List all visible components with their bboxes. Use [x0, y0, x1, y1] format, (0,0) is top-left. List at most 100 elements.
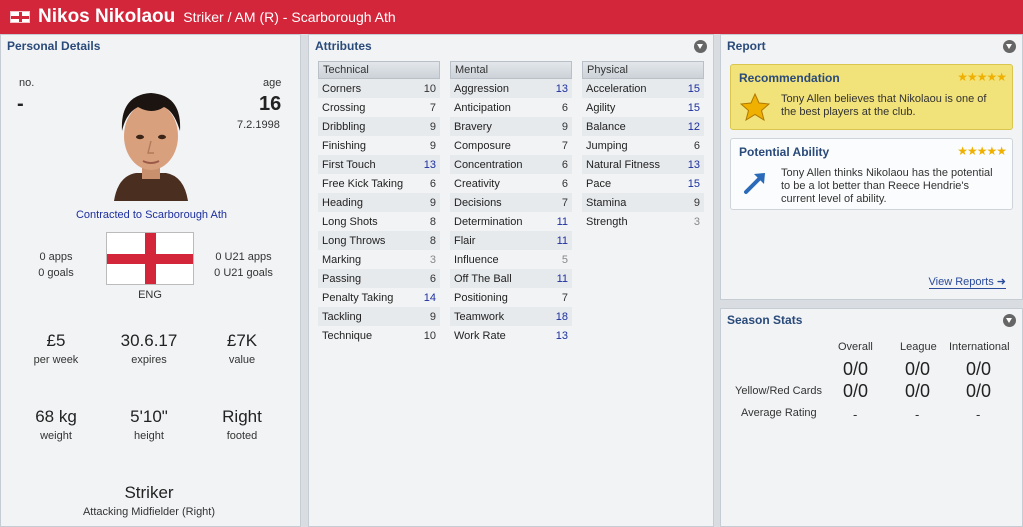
apps-count: 0 apps	[39, 251, 73, 263]
attribute-name: Flair	[454, 234, 476, 247]
rating-international: -	[976, 407, 981, 422]
attribute-value: 14	[423, 291, 436, 304]
attribute-row[interactable]: Acceleration 15	[582, 79, 704, 98]
technical-header[interactable]: Technical	[318, 61, 440, 79]
attribute-value: 9	[693, 196, 700, 209]
attribute-row[interactable]: Decisions 7	[450, 193, 572, 212]
attribute-value: 9	[429, 196, 436, 209]
cards-international: 0/0	[966, 381, 992, 401]
attribute-value: 9	[429, 310, 436, 323]
attribute-row[interactable]: Free Kick Taking 6	[318, 174, 440, 193]
attribute-value: 3	[429, 253, 436, 266]
attribute-value: 13	[423, 158, 436, 171]
attribute-name: Long Throws	[322, 234, 386, 247]
dropdown-icon[interactable]	[1003, 313, 1016, 327]
panel-title: Attributes	[315, 39, 372, 53]
attribute-name: Positioning	[454, 291, 508, 304]
recommendation-card: Recommendation ★★★★★ Tony Allen believes…	[730, 64, 1013, 130]
attribute-value: 6	[429, 272, 436, 285]
attribute-row[interactable]: Tackling 9	[318, 307, 440, 326]
attribute-name: Penalty Taking	[322, 291, 394, 304]
panel-header: Personal Details	[1, 35, 300, 57]
u21-goals-count: 0 U21 goals	[214, 267, 273, 279]
attribute-value: 12	[687, 120, 700, 133]
attribute-row[interactable]: Off The Ball 11	[450, 269, 572, 288]
attribute-value: 13	[687, 158, 700, 171]
attribute-row[interactable]: Natural Fitness 13	[582, 155, 704, 174]
attribute-row[interactable]: Influence 5	[450, 250, 572, 269]
attribute-name: Strength	[586, 215, 628, 228]
attribute-row[interactable]: Positioning 7	[450, 288, 572, 307]
attribute-row[interactable]: Long Shots 8	[318, 212, 440, 231]
attribute-row[interactable]: Work Rate 13	[450, 326, 572, 345]
attribute-name: Creativity	[454, 177, 500, 190]
attribute-row[interactable]: Technique 10	[318, 326, 440, 345]
nationality-code[interactable]: ENG	[106, 289, 194, 301]
attribute-row[interactable]: Flair 11	[450, 231, 572, 250]
attribute-row[interactable]: Determination 11	[450, 212, 572, 231]
potential-ability-stars: ★★★★★	[957, 144, 1007, 158]
attribute-name: Tackling	[322, 310, 362, 323]
panel-header: Season Stats	[721, 309, 1022, 331]
attribute-value: 9	[429, 139, 436, 152]
attribute-value: 6	[561, 177, 568, 190]
attribute-name: Pace	[586, 177, 612, 190]
attribute-row[interactable]: Penalty Taking 14	[318, 288, 440, 307]
attribute-row[interactable]: Anticipation 6	[450, 98, 572, 117]
attribute-row[interactable]: Finishing 9	[318, 136, 440, 155]
cards-league: 0/0	[905, 381, 931, 401]
rating-overall: -	[853, 407, 858, 422]
attribute-name: Influence	[454, 253, 499, 266]
attribute-row[interactable]: Bravery 9	[450, 117, 572, 136]
contract-link[interactable]: Contracted to Scarborough Ath	[1, 209, 302, 221]
attribute-name: Finishing	[322, 139, 367, 152]
dropdown-icon[interactable]	[1003, 39, 1016, 53]
attribute-name: Stamina	[586, 196, 627, 209]
wage-label: per week	[33, 354, 79, 366]
attribute-row[interactable]: Aggression 13	[450, 79, 572, 98]
mental-header[interactable]: Mental	[450, 61, 572, 79]
recommendation-stars: ★★★★★	[957, 70, 1007, 84]
attribute-name: Concentration	[454, 158, 523, 171]
attribute-name: Marking	[322, 253, 362, 266]
attribute-value: 11	[556, 215, 568, 228]
arrow-right-icon: ➜	[996, 276, 1006, 288]
attribute-row[interactable]: Crossing 7	[318, 98, 440, 117]
attribute-name: Anticipation	[454, 101, 511, 114]
weight-value: 68 kg	[35, 407, 77, 426]
attribute-row[interactable]: Marking 3	[318, 250, 440, 269]
attribute-row[interactable]: Heading 9	[318, 193, 440, 212]
potential-ability-card: Potential Ability ★★★★★ Tony Allen think…	[730, 138, 1013, 210]
dropdown-icon[interactable]	[694, 39, 707, 53]
attribute-row[interactable]: Stamina 9	[582, 193, 704, 212]
attribute-row[interactable]: Strength 3	[582, 212, 704, 231]
attribute-row[interactable]: Corners 10	[318, 79, 440, 98]
nationality-flag-icon[interactable]	[106, 232, 194, 285]
attribute-row[interactable]: Concentration 6	[450, 155, 572, 174]
attribute-row[interactable]: Balance 12	[582, 117, 704, 136]
attribute-value: 7	[561, 291, 568, 304]
recommendation-text: Tony Allen believes that Nikolaou is one…	[781, 93, 987, 118]
attribute-row[interactable]: Creativity 6	[450, 174, 572, 193]
attribute-name: Teamwork	[454, 310, 505, 323]
attribute-row[interactable]: Teamwork 18	[450, 307, 572, 326]
attribute-row[interactable]: Passing 6	[318, 269, 440, 288]
attribute-row[interactable]: First Touch 13	[318, 155, 440, 174]
attribute-name: Natural Fitness	[586, 158, 660, 171]
row1-league: 0/0	[905, 359, 931, 379]
attribute-row[interactable]: Agility 15	[582, 98, 704, 117]
height-label: height	[134, 430, 164, 442]
attribute-row[interactable]: Pace 15	[582, 174, 704, 193]
potential-ability-text: Tony Allen thinks Nikolaou has the poten…	[781, 167, 993, 205]
attribute-row[interactable]: Composure 7	[450, 136, 572, 155]
physical-header[interactable]: Physical	[582, 61, 704, 79]
view-reports-link[interactable]: View Reports ➜	[928, 275, 1006, 289]
attribute-row[interactable]: Jumping 6	[582, 136, 704, 155]
attribute-row[interactable]: Long Throws 8	[318, 231, 440, 250]
attribute-row[interactable]: Dribbling 9	[318, 117, 440, 136]
col-league-header: League	[900, 341, 937, 353]
attribute-name: Composure	[454, 139, 511, 152]
technical-column: Technical Corners 10 Crossing 7 Dribbling 9 Fi…	[318, 61, 440, 345]
panel-title: Season Stats	[727, 313, 803, 327]
player-subtitle[interactable]: Striker / AM (R) - Scarborough Ath	[183, 9, 395, 25]
